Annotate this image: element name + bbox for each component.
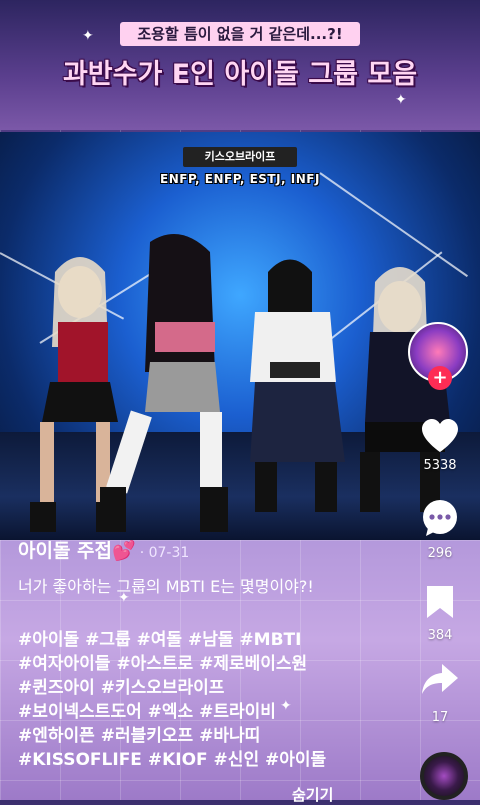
post-date: · 07-31: [139, 545, 190, 561]
group-name-chip: 키스오브라이프: [183, 147, 297, 167]
author-row[interactable]: 아이돌 주접💕 · 07-31: [18, 536, 189, 563]
hashtag-line[interactable]: #여자아이들 #아스트로 #제로베이스원: [18, 652, 418, 676]
hashtag-list: #아이돌 #그룹 #여돌 #남돌 #MBTI #여자아이들 #아스트로 #제로베…: [18, 628, 418, 772]
title-banner: ✦ ✦ 조용할 틈이 없을 거 같은데...?! 과반수가 E인 아이돌 그룹 …: [0, 0, 480, 130]
share-arrow-icon: [422, 664, 458, 694]
hashtag-line[interactable]: #보이넥스트도어 #엑소 #트라이비: [18, 700, 418, 724]
sparkle-icon: ✦: [82, 28, 94, 44]
like-action[interactable]: 5338: [408, 418, 472, 473]
comment-icon: [423, 500, 457, 536]
banner-headline: 과반수가 E인 아이돌 그룹 모음: [62, 59, 418, 90]
sparkle-icon: ✦: [280, 698, 292, 714]
video-player[interactable]: 키스오브라이프 ENFP, ENFP, ESTJ, INFJ: [0, 132, 480, 540]
heart-icon: [422, 419, 458, 452]
follow-plus-icon[interactable]: +: [428, 366, 452, 390]
hashtag-line[interactable]: #엔하이픈 #러블키오프 #바나띠: [18, 724, 418, 748]
sparkle-icon: ✦: [395, 92, 407, 108]
dancers-illustration: [30, 234, 450, 532]
comment-action[interactable]: 296: [408, 498, 472, 561]
comment-count: 296: [427, 546, 453, 561]
author-name[interactable]: 아이돌 주접💕: [18, 540, 136, 562]
hashtag-line[interactable]: #퀸즈아이 #키스오브라이프: [18, 676, 418, 700]
hashtag-line[interactable]: #KISSOFLIFE #KIOF #신인 #아이돌: [18, 748, 418, 772]
music-disc-icon[interactable]: [420, 752, 468, 800]
banner-subtitle: 조용할 틈이 없을 거 같은데...?!: [120, 22, 360, 46]
like-count: 5338: [423, 458, 457, 473]
collapse-caption-button[interactable]: 숨기기: [292, 784, 333, 805]
mbti-caption: ENFP, ENFP, ESTJ, INFJ: [160, 172, 320, 186]
sparkle-icon: ✦: [118, 590, 130, 606]
bookmark-icon: [427, 586, 453, 618]
post-caption: 너가 좋아하는 그룹의 MBTI E는 몇명이야?!: [18, 577, 314, 596]
hashtag-line[interactable]: #아이돌 #그룹 #여돌 #남돌 #MBTI: [18, 628, 418, 652]
